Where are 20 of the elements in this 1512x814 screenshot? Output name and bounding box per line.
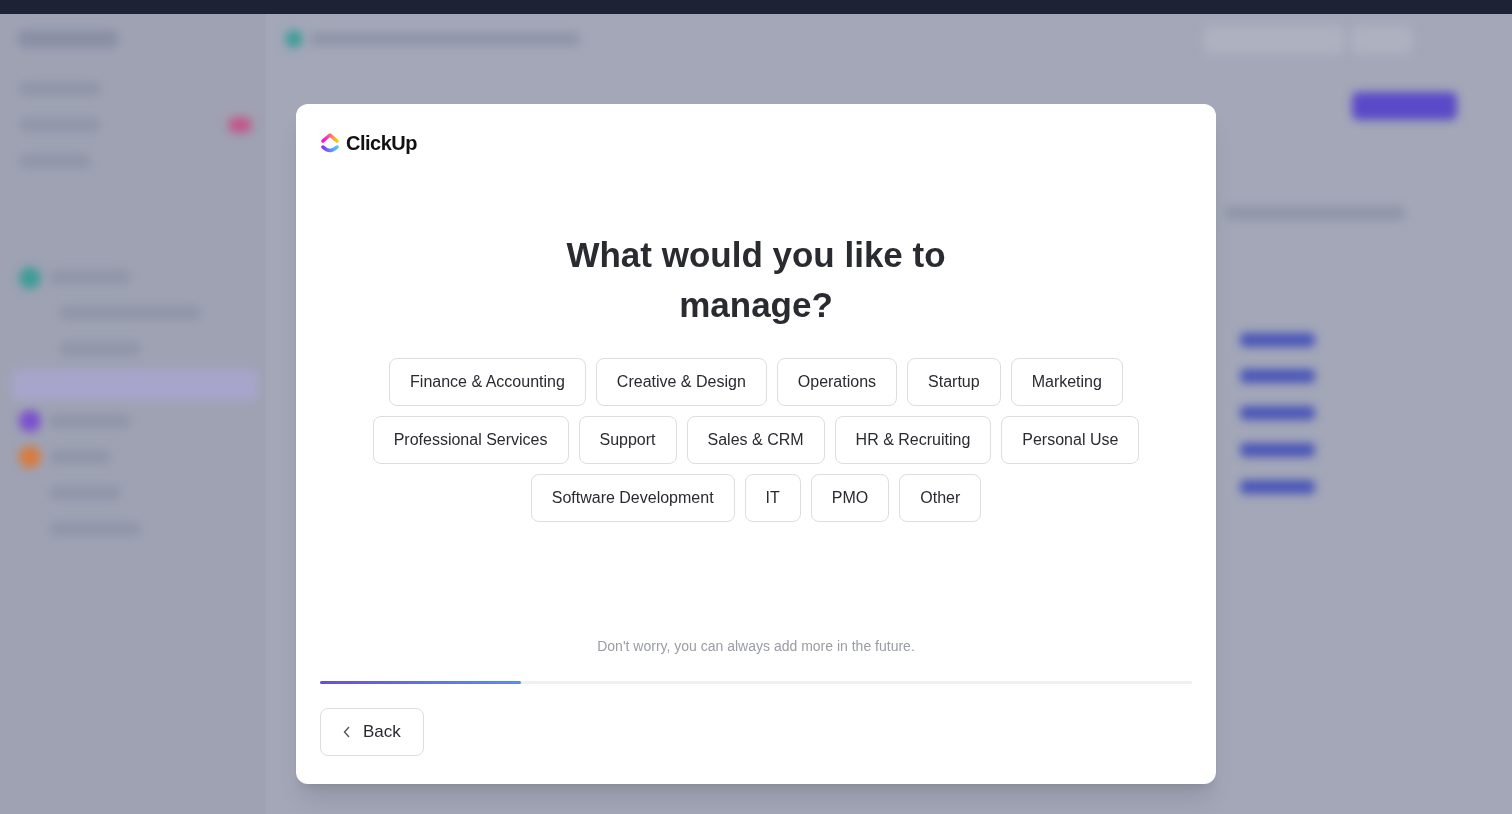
back-button[interactable]: Back	[320, 708, 424, 756]
option-chip[interactable]: Sales & CRM	[686, 416, 825, 464]
option-chip[interactable]: Personal Use	[1001, 416, 1140, 464]
option-chip[interactable]: Operations	[776, 358, 898, 406]
dialog-title: What would you like to manage?	[565, 234, 947, 326]
option-chip[interactable]: Software Development	[530, 474, 735, 522]
hint-text: Don't worry, you can always add more in the future.	[596, 637, 916, 656]
option-chip[interactable]: Other	[899, 474, 982, 522]
logo-text: ClickUp	[346, 131, 417, 156]
option-chip[interactable]: Support	[578, 416, 677, 464]
chevron-left-icon	[343, 726, 351, 738]
logo-icon	[320, 132, 340, 154]
option-chip[interactable]: IT	[744, 474, 801, 522]
option-chip[interactable]: Creative & Design	[595, 358, 767, 406]
option-chip[interactable]: Professional Services	[372, 416, 569, 464]
option-chip[interactable]: HR & Recruiting	[834, 416, 992, 464]
option-chip[interactable]: Marketing	[1010, 358, 1123, 406]
option-chip[interactable]: PMO	[810, 474, 890, 522]
option-chip[interactable]: Finance & Accounting	[389, 358, 586, 406]
option-chip[interactable]: Startup	[907, 358, 1001, 406]
